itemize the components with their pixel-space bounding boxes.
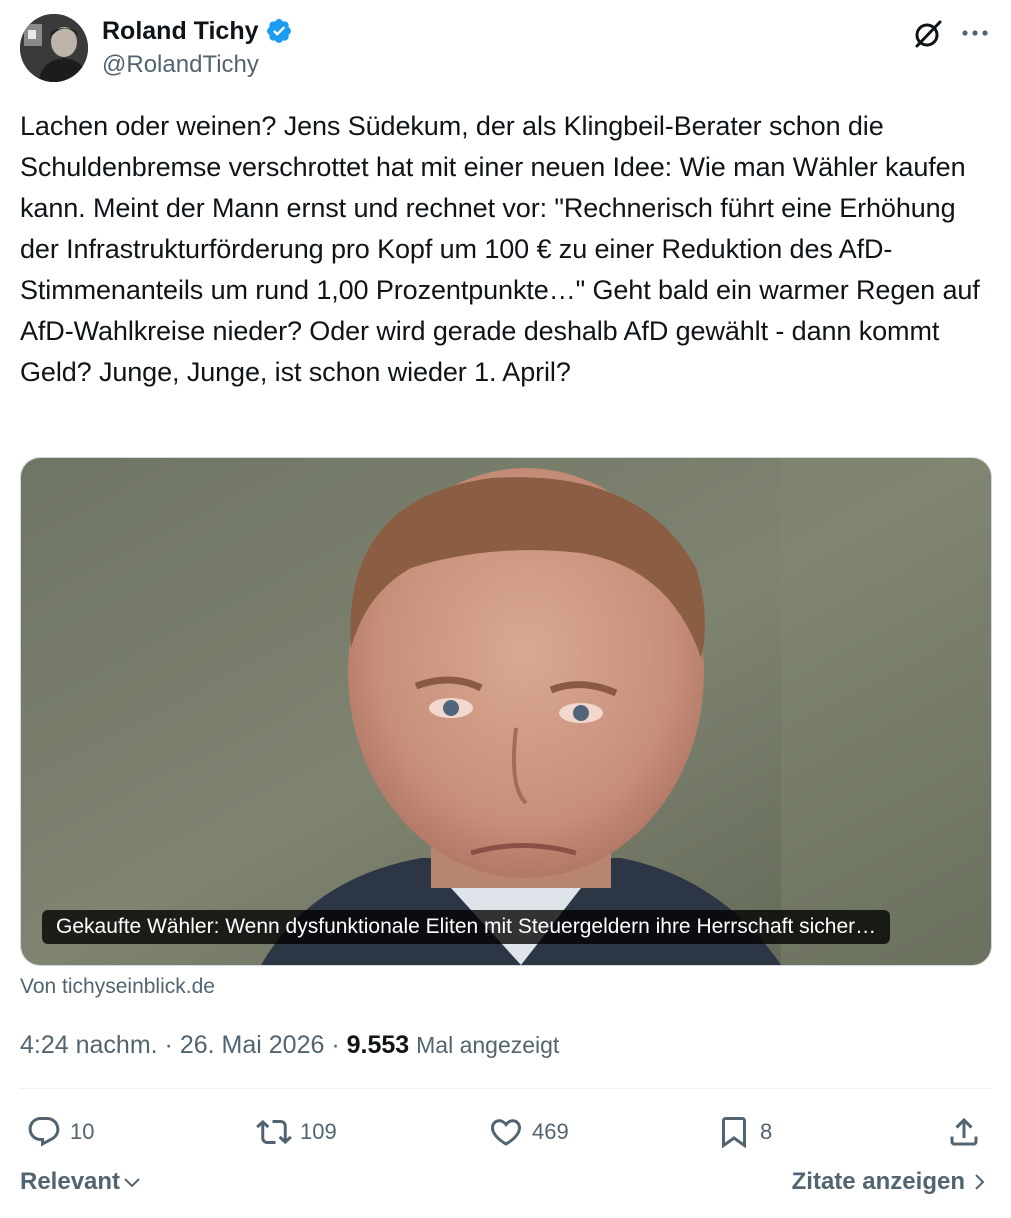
- meta-separator: ·: [164, 1031, 173, 1059]
- author-avatar[interactable]: [20, 14, 88, 82]
- tweet-date[interactable]: 26. Mai 2026: [180, 1031, 325, 1059]
- link-card[interactable]: Gekaufte Wähler: Wenn dysfunktionale Eli…: [20, 457, 992, 966]
- bookmark-count: 8: [760, 1119, 773, 1144]
- sort-replies-dropdown[interactable]: Relevant: [20, 1168, 142, 1196]
- grok-icon[interactable]: [912, 18, 944, 50]
- author-handle[interactable]: @RolandTichy: [102, 50, 259, 80]
- quotes-label: Zitate anzeigen: [791, 1168, 965, 1195]
- avatar-image: [20, 14, 88, 82]
- verified-badge-icon: [266, 19, 291, 43]
- reply-count: 10: [70, 1119, 95, 1144]
- author-name[interactable]: Roland Tichy: [102, 14, 259, 48]
- reply-button[interactable]: 10: [26, 1110, 94, 1154]
- bookmark-button[interactable]: 8: [716, 1110, 772, 1154]
- card-image: [21, 458, 991, 965]
- share-icon: [950, 1117, 978, 1146]
- like-icon: [490, 1119, 522, 1146]
- repost-button[interactable]: 109: [256, 1110, 337, 1154]
- views-count: 9.553: [346, 1031, 410, 1059]
- card-caption: Gekaufte Wähler: Wenn dysfunktionale Eli…: [42, 910, 891, 944]
- card-source[interactable]: Von tichyseinblick.de: [20, 973, 215, 1001]
- chevron-down-icon: [124, 1178, 140, 1188]
- divider: [20, 1088, 991, 1089]
- view-quotes-link[interactable]: Zitate anzeigen: [792, 1168, 987, 1196]
- repost-count: 109: [300, 1119, 337, 1144]
- bookmark-icon: [722, 1117, 746, 1149]
- reply-icon: [28, 1117, 60, 1147]
- sort-label: Relevant: [20, 1168, 121, 1195]
- repost-icon: [256, 1119, 292, 1145]
- tweet-time[interactable]: 4:24 nachm.: [20, 1031, 158, 1059]
- like-count: 469: [532, 1119, 569, 1144]
- more-icon[interactable]: [960, 20, 990, 46]
- tweet-text: Lachen oder weinen? Jens Südekum, der al…: [20, 111, 980, 387]
- views-label: Mal angezeigt: [416, 1032, 560, 1058]
- meta-separator: ·: [331, 1031, 340, 1059]
- author-name-row[interactable]: Roland Tichy: [102, 14, 293, 48]
- tweet-meta: 4:24 nachm. · 26. Mai 2026 · 9.553 Mal a…: [20, 1028, 559, 1062]
- chevron-right-icon: [975, 1174, 985, 1190]
- like-button[interactable]: 469: [488, 1110, 569, 1154]
- share-button[interactable]: [946, 1110, 982, 1154]
